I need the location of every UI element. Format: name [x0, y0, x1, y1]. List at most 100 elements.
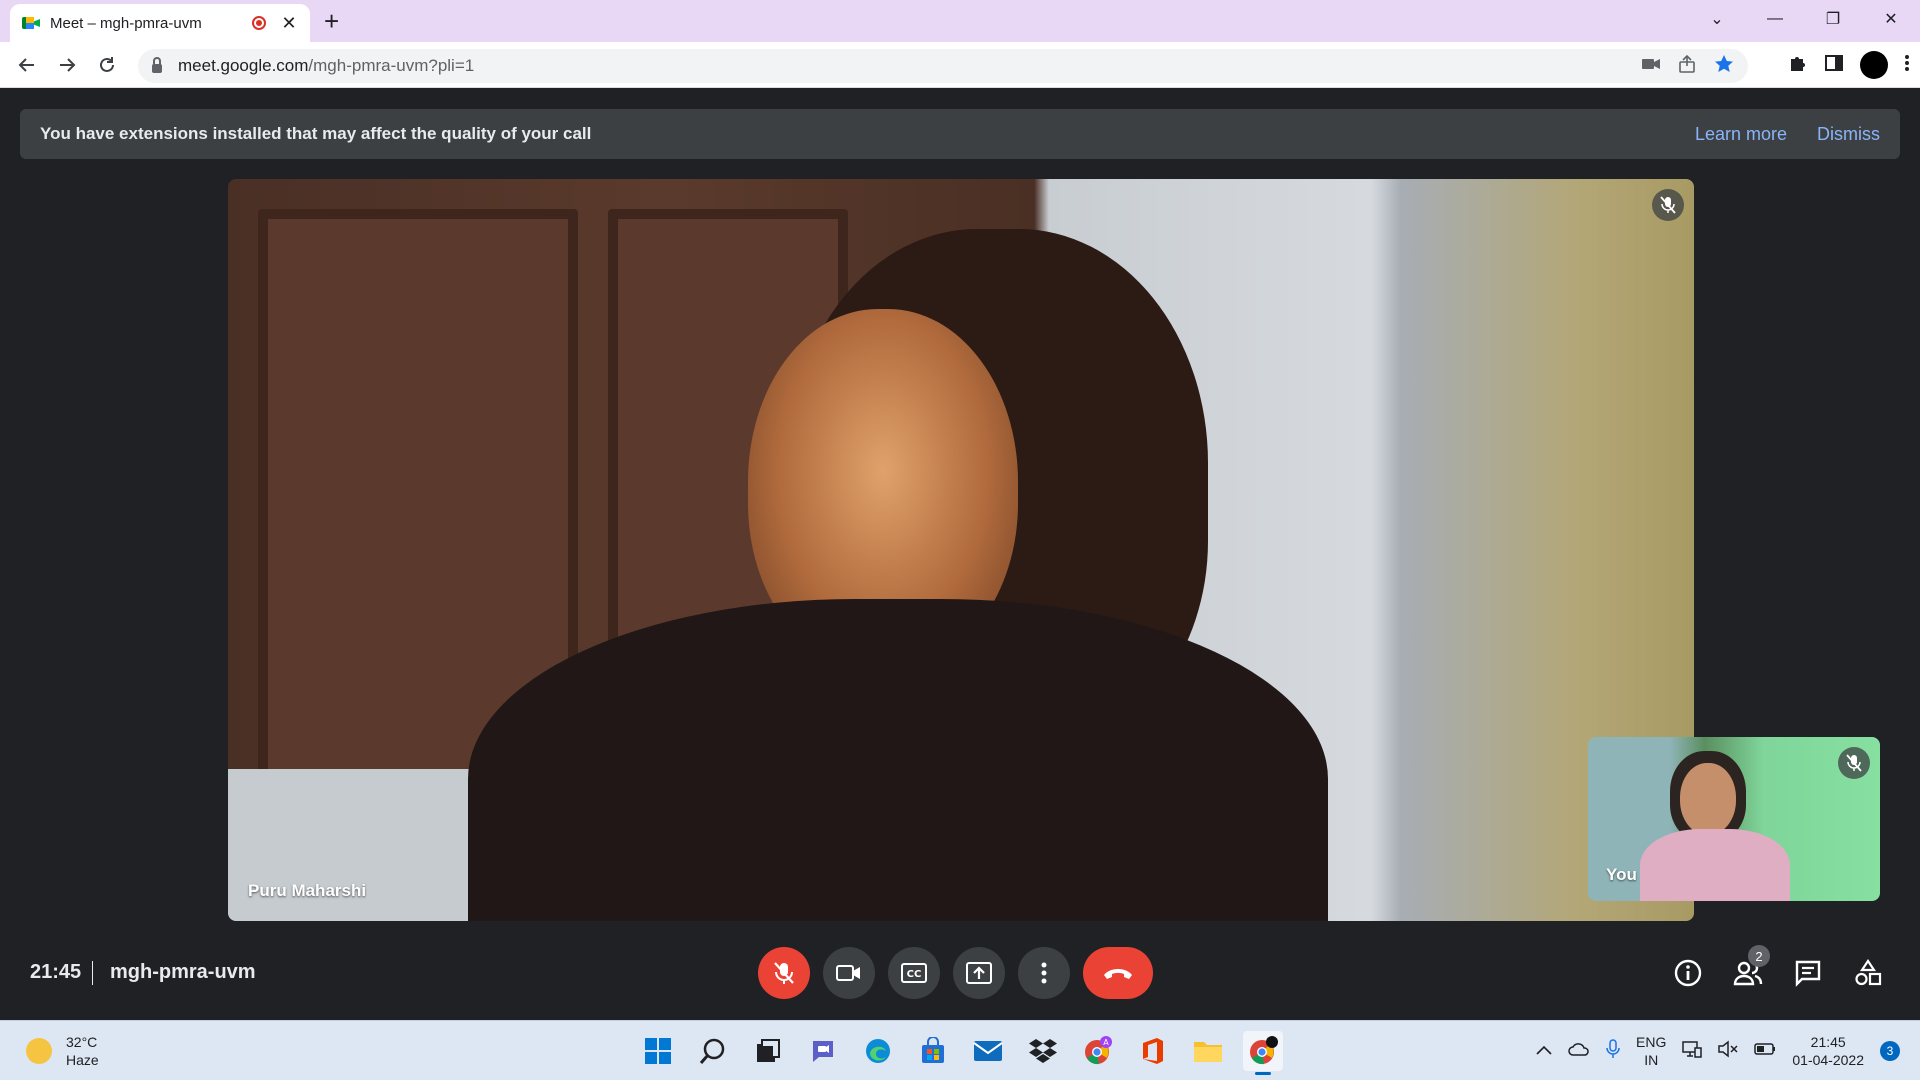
url-host: meet.google.com	[178, 56, 309, 75]
present-screen-icon	[966, 962, 992, 984]
participant-name: Puru Maharshi	[248, 881, 367, 900]
people-button[interactable]: 2	[1728, 945, 1770, 993]
self-video-person	[1640, 751, 1790, 901]
lock-icon[interactable]	[152, 56, 162, 73]
clock-date: 01-04-2022	[1792, 1052, 1864, 1068]
bookmark-star-icon[interactable]	[1714, 54, 1734, 79]
battery-icon[interactable]	[1754, 1042, 1776, 1061]
camera-toggle-button[interactable]	[823, 947, 875, 999]
url-path: /mgh-pmra-uvm?pli=1	[308, 56, 475, 75]
extensions-warning-banner: You have extensions installed that may a…	[20, 109, 1900, 159]
volume-muted-icon[interactable]	[1718, 1039, 1738, 1063]
store-bag-icon	[922, 1037, 944, 1063]
teams-chat-button[interactable]	[803, 1031, 843, 1071]
system-tray: ENG IN 21:45 01-04-2022 3	[1536, 1027, 1900, 1075]
meeting-control-bar: 21:45 mgh-pmra-uvm CC 2	[0, 935, 1920, 1019]
participant-count-badge: 2	[1748, 945, 1770, 967]
windows-taskbar: 32°C Haze A ENG IN 21:45 01-04-2022 3	[0, 1020, 1920, 1080]
learn-more-link[interactable]: Learn more	[1695, 124, 1787, 145]
weather-condition: Haze	[66, 1052, 99, 1068]
folder-icon	[1194, 1042, 1222, 1062]
browser-tab-strip: Meet – mgh-pmra-uvm ✕ + ⌄ — ❐ ✕	[0, 0, 1920, 42]
chat-button[interactable]	[1788, 953, 1828, 993]
more-vert-icon	[1041, 962, 1047, 984]
captions-button[interactable]: CC	[888, 947, 940, 999]
back-button[interactable]	[12, 50, 42, 80]
file-explorer-button[interactable]	[1188, 1031, 1228, 1071]
participant-body	[468, 599, 1328, 921]
self-view-label: You	[1606, 865, 1637, 884]
chat-icon	[1795, 960, 1821, 987]
chrome-icon	[1250, 1036, 1278, 1065]
activities-button[interactable]	[1848, 953, 1888, 993]
start-button[interactable]	[638, 1031, 678, 1071]
microsoft-store-button[interactable]	[913, 1031, 953, 1071]
office-button[interactable]	[1133, 1031, 1173, 1071]
microphone-toggle-button[interactable]	[758, 947, 810, 999]
leave-call-button[interactable]	[1083, 947, 1153, 999]
side-panel-icon[interactable]	[1824, 53, 1844, 78]
weather-temperature: 32°C	[66, 1034, 98, 1050]
tab-search-chevron-icon[interactable]: ⌄	[1688, 0, 1746, 38]
more-options-button[interactable]	[1018, 947, 1070, 999]
edge-browser-button[interactable]	[858, 1031, 898, 1071]
hang-up-icon	[1104, 969, 1132, 979]
weather-moon-haze-icon	[26, 1038, 52, 1064]
meeting-info-divider	[92, 961, 93, 985]
show-hidden-icons-chevron-icon[interactable]	[1536, 1042, 1552, 1060]
search-button[interactable]	[693, 1031, 733, 1071]
language-region: IN	[1644, 1052, 1659, 1068]
microphone-tray-icon[interactable]	[1606, 1038, 1620, 1064]
mail-envelope-icon	[973, 1041, 1003, 1061]
dropbox-icon	[1029, 1039, 1057, 1063]
weather-widget[interactable]: 32°C Haze	[26, 1033, 99, 1069]
present-screen-button[interactable]	[953, 947, 1005, 999]
chrome-profile-button[interactable]: A	[1078, 1031, 1118, 1071]
windows-logo-icon	[645, 1038, 671, 1064]
share-icon[interactable]	[1678, 54, 1696, 78]
dismiss-button[interactable]: Dismiss	[1817, 124, 1880, 145]
camera-in-use-icon[interactable]	[1642, 57, 1660, 76]
forward-button[interactable]	[52, 50, 82, 80]
network-icon[interactable]	[1682, 1040, 1703, 1063]
chrome-active-button[interactable]	[1243, 1031, 1283, 1075]
language-code: ENG	[1636, 1034, 1667, 1050]
reload-button[interactable]	[92, 50, 122, 80]
mic-off-icon	[774, 962, 794, 984]
mail-button[interactable]	[968, 1031, 1008, 1071]
info-icon	[1674, 959, 1702, 987]
svg-text:A: A	[1103, 1038, 1109, 1047]
new-tab-button[interactable]: +	[324, 8, 339, 34]
self-mic-off-icon	[1838, 747, 1870, 779]
extensions-puzzle-icon[interactable]	[1788, 53, 1808, 78]
clock[interactable]: 21:45 01-04-2022	[1792, 1033, 1864, 1069]
chrome-icon: A	[1085, 1036, 1112, 1065]
svg-text:CC: CC	[907, 969, 922, 980]
task-view-button[interactable]	[748, 1031, 788, 1071]
self-view-tile[interactable]: You	[1588, 737, 1880, 901]
activities-shapes-icon	[1855, 959, 1882, 986]
close-window-button[interactable]: ✕	[1862, 0, 1920, 38]
clock-time: 21:45	[1810, 1034, 1846, 1050]
dropbox-button[interactable]	[1023, 1031, 1063, 1071]
onedrive-cloud-icon[interactable]	[1568, 1042, 1590, 1061]
address-bar[interactable]: meet.google.com/mgh-pmra-uvm?pli=1	[138, 49, 1748, 83]
meeting-code: mgh-pmra-uvm	[110, 961, 256, 983]
notification-count-badge[interactable]: 3	[1880, 1041, 1900, 1061]
browser-toolbar: meet.google.com/mgh-pmra-uvm?pli=1	[0, 42, 1920, 88]
restore-button[interactable]: ❐	[1804, 0, 1862, 38]
minimize-button[interactable]: —	[1746, 0, 1804, 38]
office-icon	[1143, 1038, 1163, 1064]
main-participant-video[interactable]: Puru Maharshi	[228, 179, 1694, 921]
edge-icon	[866, 1039, 890, 1063]
tab-close-icon[interactable]: ✕	[280, 13, 298, 34]
input-language-indicator[interactable]: ENG IN	[1636, 1033, 1666, 1069]
recording-icon	[252, 16, 266, 30]
search-icon	[699, 1038, 725, 1064]
browser-tab-meet[interactable]: Meet – mgh-pmra-uvm ✕	[10, 4, 310, 42]
chrome-menu-icon[interactable]	[1904, 53, 1910, 78]
meeting-details-button[interactable]	[1668, 953, 1708, 993]
participant-mic-off-icon	[1652, 189, 1684, 221]
profile-avatar[interactable]	[1860, 51, 1888, 79]
teams-chat-icon	[813, 1041, 833, 1062]
